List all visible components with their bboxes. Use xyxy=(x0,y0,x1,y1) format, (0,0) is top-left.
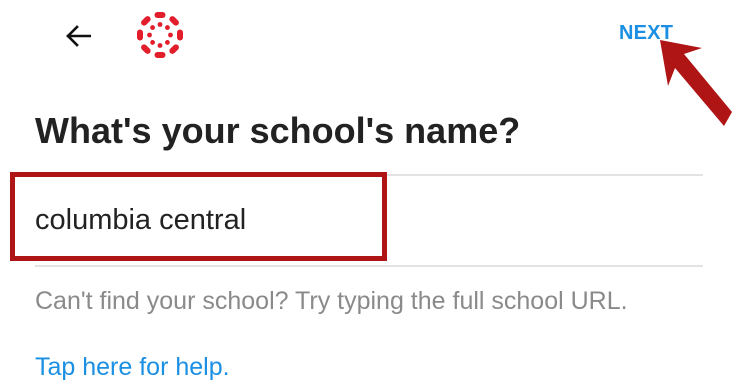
school-name-input[interactable] xyxy=(35,196,675,244)
canvas-logo-icon xyxy=(137,12,183,58)
page-title: What's your school's name? xyxy=(35,110,521,151)
help-link[interactable]: Tap here for help. xyxy=(35,353,230,382)
input-bottom-divider xyxy=(35,265,703,267)
back-button[interactable] xyxy=(58,18,98,54)
hint-text: Can't find your school? Try typing the f… xyxy=(35,287,628,315)
arrow-left-icon xyxy=(66,25,91,47)
annotation-arrow-icon xyxy=(660,40,732,126)
input-top-divider xyxy=(35,174,703,176)
find-school-screen: NEXT What's your school's name? Can't fi… xyxy=(0,0,732,390)
